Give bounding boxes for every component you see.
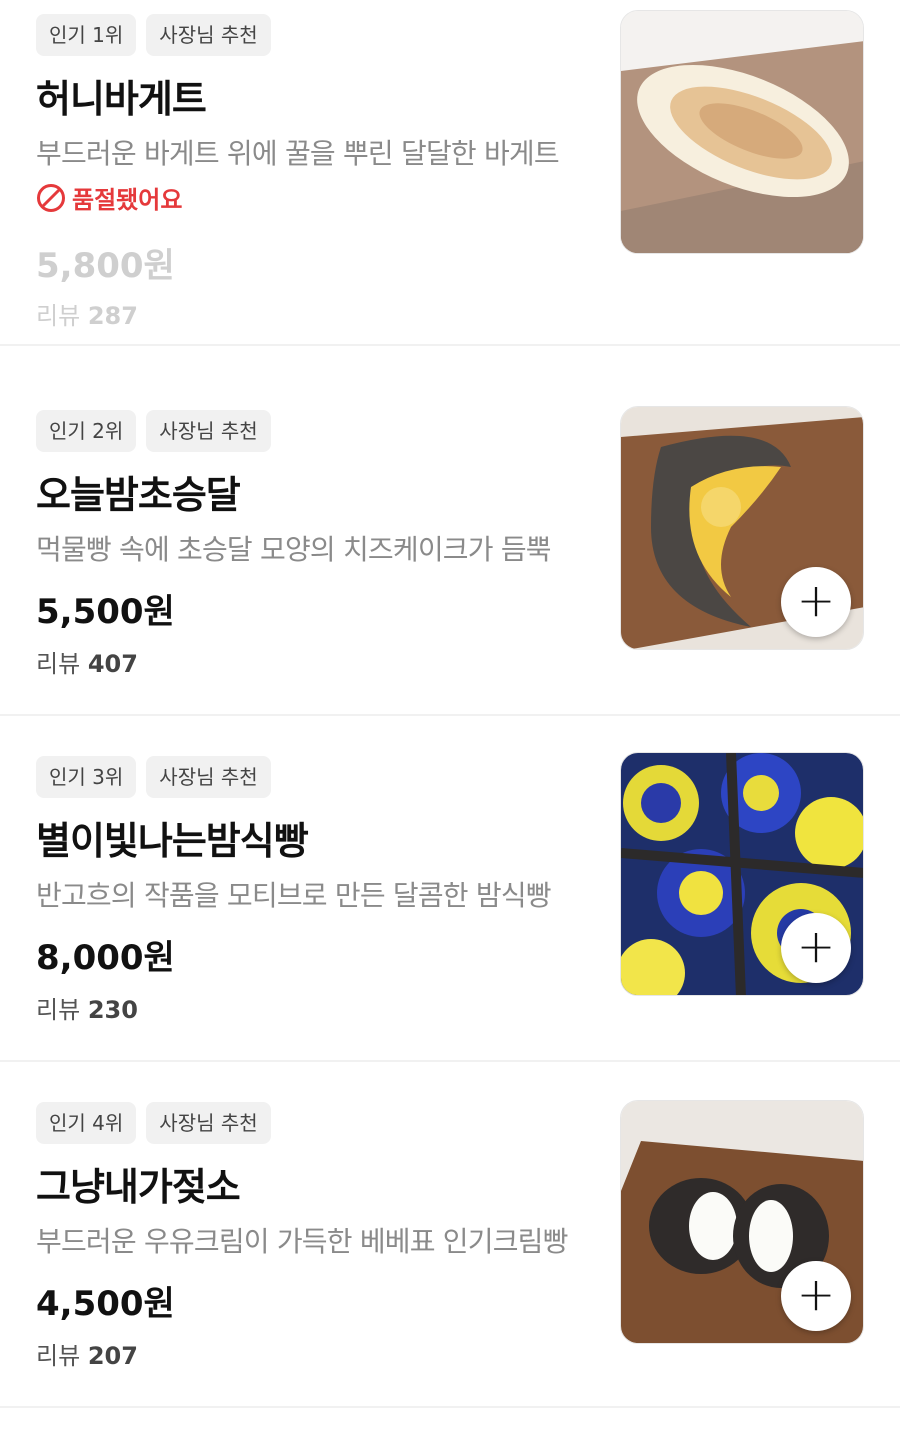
menu-name: 그냥내가젖소 <box>36 1165 241 1209</box>
review-label: 리뷰 <box>36 996 81 1024</box>
plus-icon: + <box>796 919 836 973</box>
add-to-cart-button[interactable]: + <box>781 1261 851 1331</box>
add-to-cart-button[interactable]: + <box>781 913 851 983</box>
review-count: 리뷰 230 <box>36 990 138 1025</box>
menu-name: 허니바게트 <box>36 77 207 121</box>
menu-item[interactable]: 인기 3위 사장님 추천 별이빛나는밤식빵 반고흐의 작품을 모티브로 만든 달… <box>0 716 900 1062</box>
soldout-status: 품절됐어요 <box>36 180 182 215</box>
menu-name: 별이빛나는밤식빵 <box>36 819 309 863</box>
menu-photo[interactable]: + <box>620 406 864 650</box>
menu-price: 5,500원 <box>36 592 175 632</box>
badge-row: 인기 3위 사장님 추천 <box>36 756 271 798</box>
review-number: 230 <box>87 996 138 1024</box>
plus-icon: + <box>796 573 836 627</box>
menu-description: 부드러운 바게트 위에 꿀을 뿌린 달달한 바게트 <box>36 137 560 170</box>
menu-price: 8,000원 <box>36 938 175 978</box>
review-count: 리뷰 407 <box>36 644 138 679</box>
rank-badge: 인기 3위 <box>36 756 137 798</box>
owner-recommend-badge: 사장님 추천 <box>146 756 271 798</box>
review-count: 리뷰 207 <box>36 1336 138 1371</box>
menu-item[interactable]: 인기 4위 사장님 추천 그냥내가젖소 부드러운 우유크림이 가득한 베베표 인… <box>0 1062 900 1408</box>
badge-row: 인기 2위 사장님 추천 <box>36 410 271 452</box>
menu-description: 반고흐의 작품을 모티브로 만든 달콤한 밤식빵 <box>36 879 552 912</box>
review-number: 287 <box>87 302 138 330</box>
menu-item[interactable]: 인기 2위 사장님 추천 오늘밤초승달 먹물빵 속에 초승달 모양의 치즈케이크… <box>0 370 900 716</box>
soldout-label: 품절됐어요 <box>72 186 183 214</box>
menu-price: 4,500원 <box>36 1284 175 1324</box>
owner-recommend-badge: 사장님 추천 <box>146 14 271 56</box>
review-count: 리뷰 287 <box>36 296 138 331</box>
menu-item[interactable]: 인기 1위 사장님 추천 허니바게트 부드러운 바게트 위에 꿀을 뿌린 달달한… <box>0 0 900 346</box>
menu-description: 부드러운 우유크림이 가득한 베베표 인기크림빵 <box>36 1225 568 1258</box>
rank-badge: 인기 4위 <box>36 1102 137 1144</box>
badge-row: 인기 4위 사장님 추천 <box>36 1102 271 1144</box>
rank-badge: 인기 2위 <box>36 410 137 452</box>
menu-photo[interactable]: + <box>620 752 864 996</box>
badge-row: 인기 1위 사장님 추천 <box>36 14 271 56</box>
plus-icon: + <box>796 1267 836 1321</box>
rank-badge: 인기 1위 <box>36 14 137 56</box>
review-label: 리뷰 <box>36 650 81 678</box>
review-label: 리뷰 <box>36 1342 81 1370</box>
menu-photo[interactable]: + <box>620 1100 864 1344</box>
owner-recommend-badge: 사장님 추천 <box>146 1102 271 1144</box>
prohibited-icon <box>37 183 65 212</box>
owner-recommend-badge: 사장님 추천 <box>146 410 271 452</box>
review-number: 407 <box>87 650 138 678</box>
menu-price: 5,800원 <box>36 246 175 286</box>
add-to-cart-button[interactable]: + <box>781 567 851 637</box>
menu-photo[interactable] <box>620 10 864 254</box>
review-number: 207 <box>87 1342 138 1370</box>
menu-description: 먹물빵 속에 초승달 모양의 치즈케이크가 듬뿍 <box>36 533 552 566</box>
menu-name: 오늘밤초승달 <box>36 473 241 517</box>
review-label: 리뷰 <box>36 302 81 330</box>
